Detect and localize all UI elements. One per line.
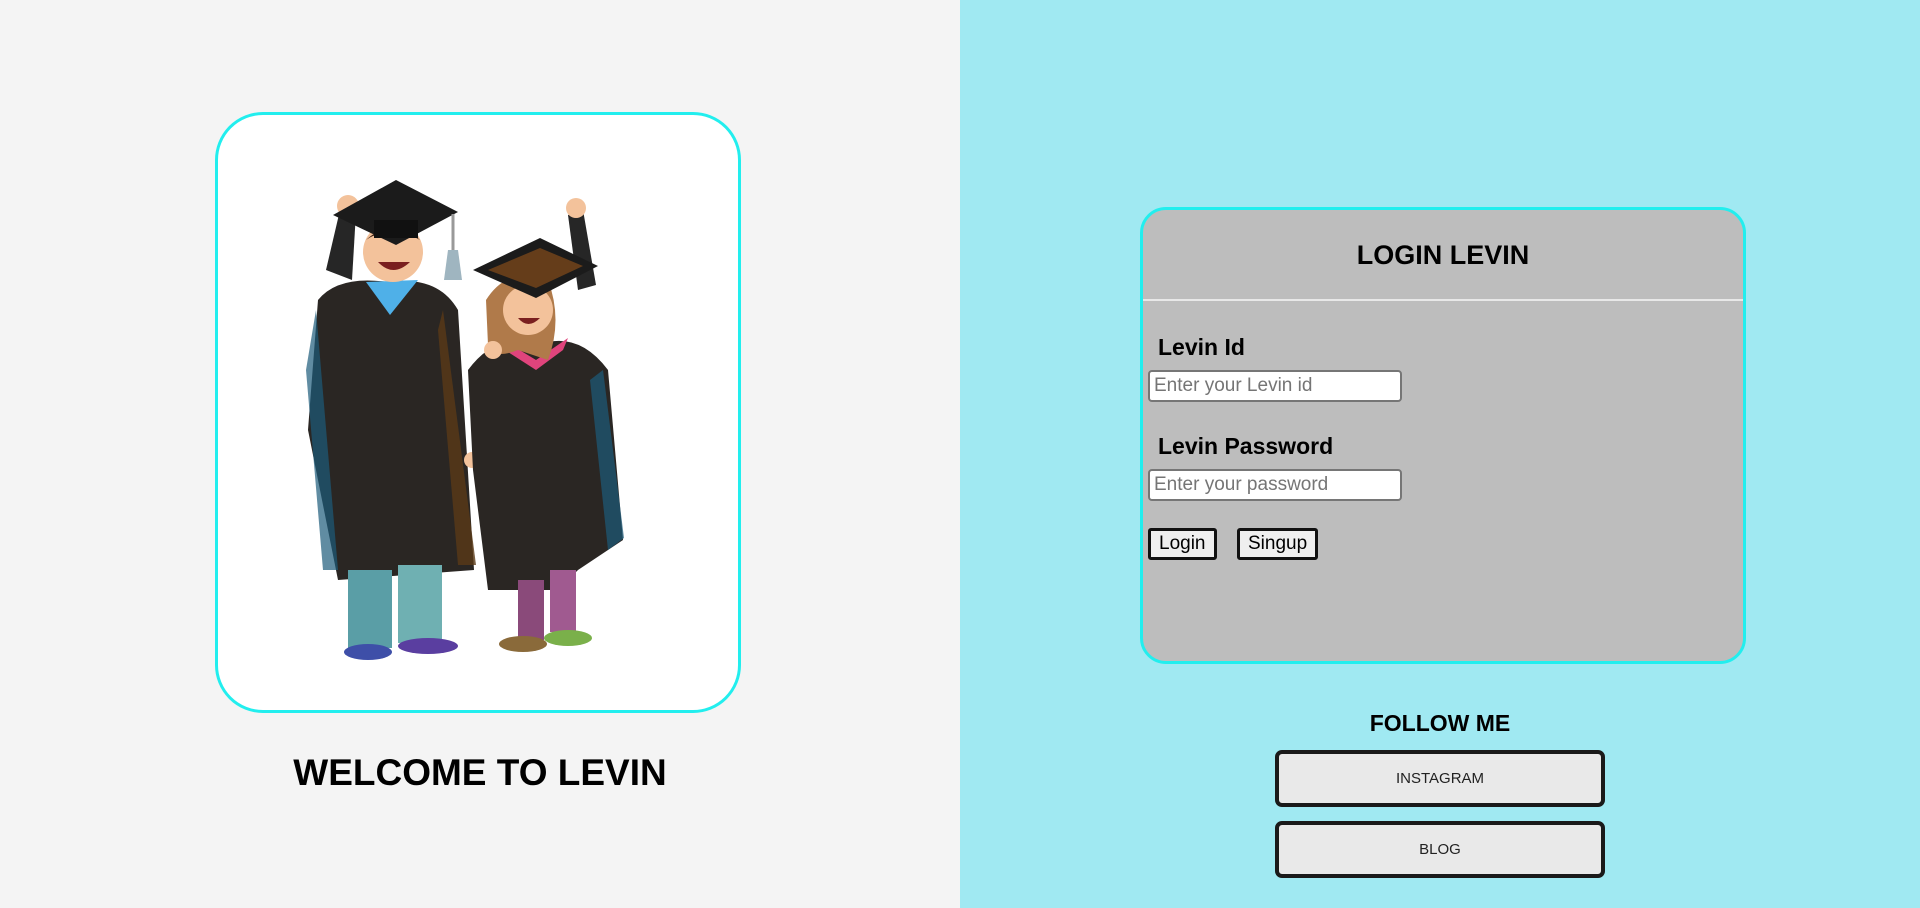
girl-graduate	[468, 198, 624, 652]
graduates-illustration	[306, 180, 624, 660]
login-divider	[1143, 299, 1743, 301]
blog-button[interactable]: BLOG	[1275, 821, 1605, 878]
follow-me-title: FOLLOW ME	[1369, 710, 1511, 736]
boy-graduate	[306, 180, 480, 660]
welcome-title: WELCOME TO LEVIN	[293, 752, 667, 793]
levin-id-label: Levin Id	[1158, 334, 1245, 360]
illustration-card	[215, 112, 741, 713]
levin-password-label: Levin Password	[1158, 433, 1334, 459]
levin-password-input[interactable]	[1148, 469, 1402, 501]
levin-id-input[interactable]	[1148, 370, 1402, 402]
page: WELCOME TO LEVIN LOGIN LEVIN Levin Id Le…	[0, 0, 1920, 908]
welcome-pane: WELCOME TO LEVIN	[0, 0, 960, 908]
login-form: LOGIN LEVIN Levin Id Levin Password Logi…	[1140, 207, 1746, 664]
login-pane: LOGIN LEVIN Levin Id Levin Password Logi…	[960, 0, 1920, 908]
login-button[interactable]: Login	[1148, 528, 1217, 560]
signup-button[interactable]: Singup	[1237, 528, 1319, 560]
login-title: LOGIN LEVIN	[1356, 240, 1530, 270]
instagram-button[interactable]: INSTAGRAM	[1275, 750, 1605, 807]
